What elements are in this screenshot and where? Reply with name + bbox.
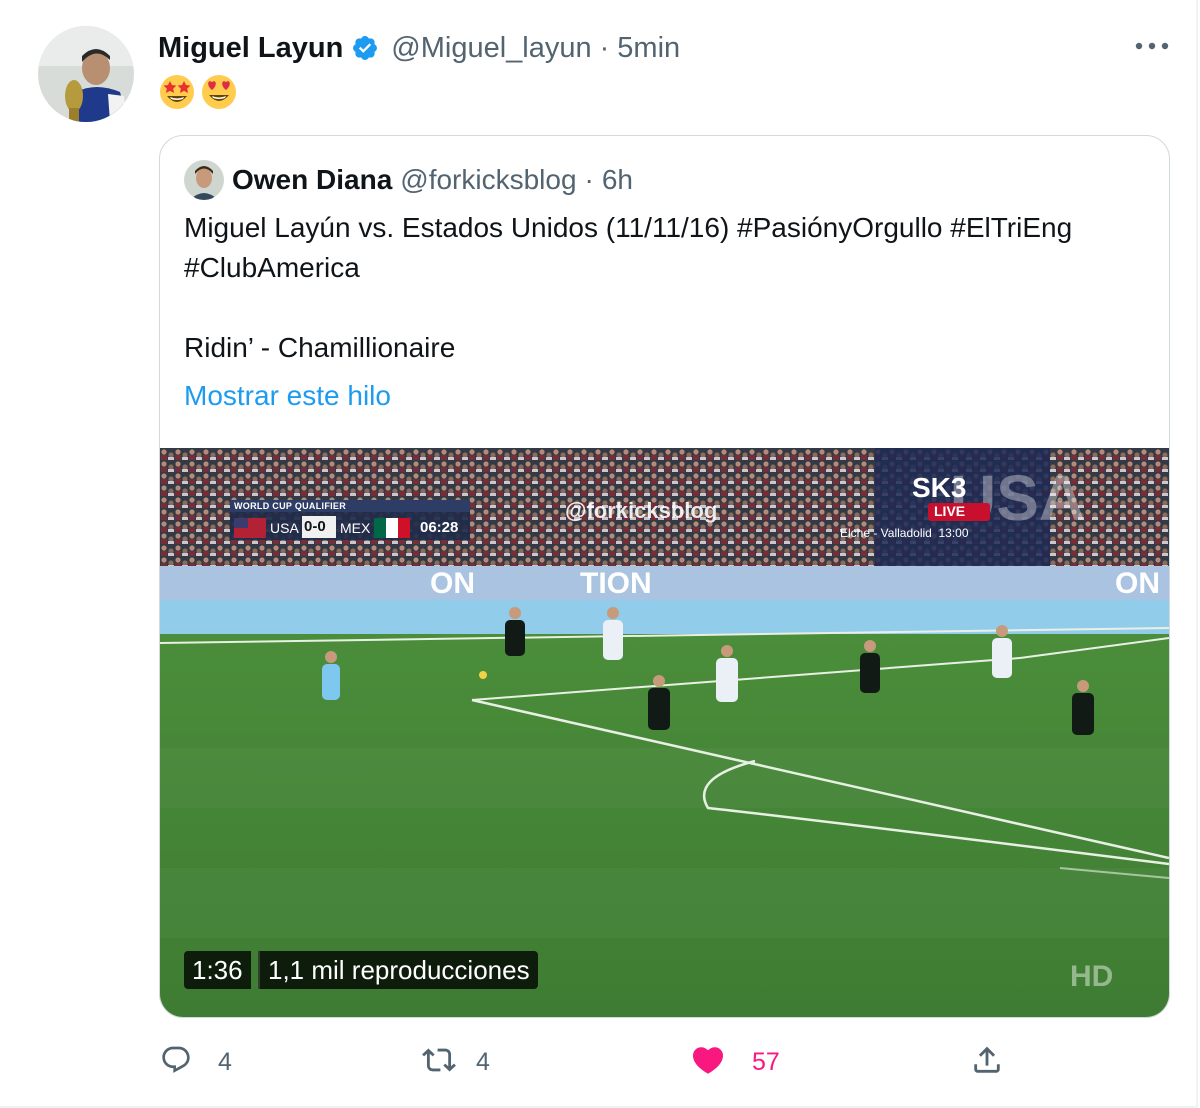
share-icon [970, 1043, 1004, 1082]
quoted-author-avatar [184, 160, 224, 200]
live-badge: LIVE [934, 503, 966, 519]
tweet-text [158, 72, 238, 112]
author-handle[interactable]: @Miguel_layun [391, 32, 591, 65]
video-duration: 1:36 [184, 951, 251, 989]
quoted-tweet-header: Owen Diana @forkicksblog · 6h [184, 160, 633, 200]
video-watermark: @forkicksblog [565, 498, 718, 523]
like-button[interactable]: 57 [690, 1040, 780, 1084]
video-player[interactable]: USA ON TION ON WORLD CUP QUALIFIER USA 0… [160, 448, 1169, 1017]
share-button[interactable] [970, 1040, 1004, 1084]
quoted-tweet[interactable]: Owen Diana @forkicksblog · 6h Miguel Lay… [159, 135, 1170, 1018]
separator-dot: · [599, 31, 610, 64]
svg-text:ON: ON [430, 567, 475, 600]
channel-logo: SK3 [912, 472, 967, 503]
scoreboard-away-team: MEX [340, 520, 371, 536]
video-view-count: 1,1 mil reproducciones [258, 951, 538, 989]
quoted-text-line-2: #ClubAmerica [184, 252, 360, 283]
tweet-timestamp[interactable]: 5min [617, 32, 680, 65]
verified-badge-icon [351, 34, 379, 62]
star-struck-emoji-icon [158, 72, 196, 112]
scoreboard-title: WORLD CUP QUALIFIER [234, 501, 347, 511]
retweet-count: 4 [476, 1047, 490, 1076]
like-count: 57 [752, 1047, 780, 1076]
quoted-timestamp: 6h [601, 164, 634, 195]
heart-eyes-emoji-icon [200, 72, 238, 112]
quoted-author-handle: @forkicksblog [400, 164, 577, 195]
scoreboard-home-team: USA [270, 520, 299, 536]
hd-label: HD [1070, 960, 1114, 993]
tweet-header: Miguel Layun @Miguel_layun · 5min [158, 28, 680, 68]
score-ticker: Elche - Valladolid 13:00 [840, 526, 969, 540]
reply-count: 4 [218, 1047, 232, 1076]
heart-filled-icon [690, 1042, 726, 1083]
author-name[interactable]: Miguel Layun [158, 32, 343, 65]
quoted-text-line-3: Ridin’ - Chamillionaire [184, 332, 456, 363]
author-avatar[interactable] [38, 26, 134, 122]
show-thread-link[interactable]: Mostrar este hilo [184, 380, 391, 412]
scoreboard-score: 0-0 [304, 518, 326, 535]
quoted-text-line-1: Miguel Layún vs. Estados Unidos (11/11/1… [184, 212, 1073, 243]
svg-text:ON: ON [1115, 567, 1160, 600]
retweet-button[interactable]: 4 [422, 1040, 490, 1084]
retweet-icon [422, 1043, 456, 1082]
reply-icon [160, 1044, 192, 1081]
quoted-author-name: Owen Diana [232, 164, 393, 195]
svg-text:TION: TION [580, 567, 652, 600]
reply-button[interactable]: 4 [160, 1040, 232, 1084]
more-options-icon[interactable] [1130, 30, 1174, 60]
scoreboard-clock: 06:28 [420, 519, 459, 536]
separator-dot: · [584, 164, 594, 195]
